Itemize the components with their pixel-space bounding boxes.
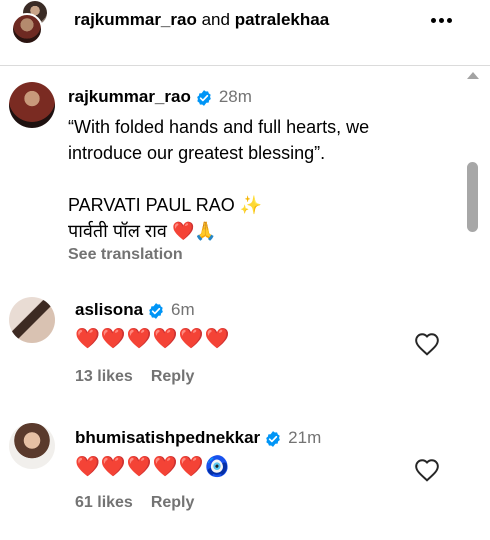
post-caption: “With folded hands and full hearts, we i… [68,117,370,241]
avatar[interactable] [9,82,55,128]
avatar[interactable] [11,13,43,45]
heart-outline-icon[interactable] [414,332,440,356]
header-user-link[interactable]: rajkummar_rao [74,10,197,29]
comment-likes-count[interactable]: 61 likes [75,494,133,511]
post-timestamp[interactable]: 28m [219,87,252,106]
comment-timestamp[interactable]: 21m [288,428,321,447]
post-username-row: rajkummar_rao 28m [68,87,252,107]
reply-button[interactable]: Reply [151,494,195,511]
avatar[interactable] [9,423,55,469]
header-usernames: rajkummar_rao and patralekhaa [74,10,329,30]
comment-text: ❤️❤️❤️❤️❤️🧿 [75,456,231,478]
header-user-link[interactable]: patralekhaa [235,10,330,29]
reply-button[interactable]: Reply [151,368,195,385]
comment-text: ❤️❤️❤️❤️❤️❤️ [75,328,231,350]
comment-username-row: bhumisatishpednekkar 21m [75,428,321,448]
comment-username-row: aslisona 6m [75,300,195,320]
comment-timestamp[interactable]: 6m [171,300,195,319]
avatar[interactable] [9,297,55,343]
header-and-text: and [201,10,230,29]
comment-username[interactable]: aslisona [75,300,143,319]
heart-outline-icon[interactable] [414,458,440,482]
collab-avatars[interactable] [7,0,49,45]
comment-meta: 13 likes Reply [75,368,212,386]
comment-username[interactable]: bhumisatishpednekkar [75,428,260,447]
post-username[interactable]: rajkummar_rao [68,87,191,106]
comments-panel[interactable]: rajkummar_rao 28m “With folded hands and … [0,66,490,540]
verified-badge-icon [149,302,163,319]
see-translation-link[interactable]: See translation [68,246,183,264]
more-options-icon[interactable] [431,18,452,24]
verified-badge-icon [197,89,211,106]
comment-meta: 61 likes Reply [75,494,212,512]
verified-badge-icon [266,430,280,447]
post-header: rajkummar_rao and patralekhaa [0,0,490,66]
scroll-up-arrow-icon[interactable] [467,72,479,79]
scrollbar-thumb[interactable] [467,162,478,232]
comment-likes-count[interactable]: 13 likes [75,368,133,385]
